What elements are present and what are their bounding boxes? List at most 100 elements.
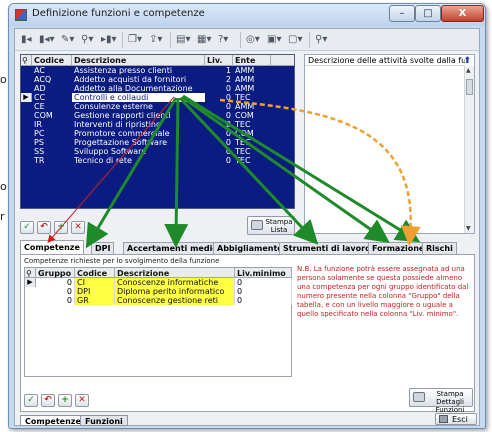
- table-row[interactable]: COM Gestione rapporti clienti 0 COM: [21, 111, 294, 120]
- cell-ente[interactable]: COM: [233, 129, 271, 138]
- competenze-grid[interactable]: ⚲ Gruppo Codice Descrizione Liv.minimo ▶…: [24, 267, 292, 377]
- help-icon[interactable]: ?▾: [218, 33, 228, 47]
- cell-gruppo[interactable]: 0: [36, 287, 75, 296]
- table-row[interactable]: IR Interventi di ripristino 0 TEC: [21, 120, 294, 129]
- cell-ente[interactable]: TEC: [233, 120, 271, 129]
- col-liv-minimo[interactable]: Liv.minimo: [235, 268, 292, 278]
- table-row[interactable]: TR Tecnico di rete 0 TEC: [21, 156, 294, 165]
- cell-code[interactable]: COM: [32, 111, 72, 120]
- tab-rischi[interactable]: Rischi: [422, 242, 457, 254]
- zoom-icon[interactable]: ⚲▾: [315, 33, 327, 47]
- cell-code[interactable]: AC: [32, 66, 72, 75]
- description-panel[interactable]: Descrizione delle attività svolte dalla …: [304, 54, 475, 234]
- cell-liv[interactable]: 0: [205, 111, 233, 120]
- title-bar[interactable]: Definizione funzioni e competenze – □ X: [9, 4, 485, 26]
- table-row[interactable]: PS Progettazione Software 0 TEC: [21, 138, 294, 147]
- col-gruppo[interactable]: Gruppo: [36, 268, 75, 278]
- cell-liv[interactable]: 0: [205, 84, 233, 93]
- cell-ente[interactable]: AMM: [233, 75, 271, 84]
- stampa-dettagli-button[interactable]: Stampa Dettagli Funzioni: [409, 388, 473, 414]
- record-first-icon[interactable]: ▮◂: [21, 33, 32, 47]
- cell-code[interactable]: TR: [32, 156, 72, 165]
- competenze-search-icon[interactable]: ⚲: [25, 268, 36, 278]
- cell-code[interactable]: ACQ: [32, 75, 72, 84]
- filter-icon[interactable]: ▦▾: [197, 33, 211, 47]
- tab-strumenti-di-lavoro[interactable]: Strumenti di lavoro: [279, 242, 375, 254]
- cell-ente[interactable]: TEC: [233, 147, 271, 156]
- tab-formazione[interactable]: Formazione: [368, 242, 429, 254]
- col-descrizione-comp[interactable]: Descrizione: [115, 268, 235, 278]
- close-button[interactable]: X: [441, 5, 484, 22]
- comp-delete-button[interactable]: ✕: [75, 394, 89, 407]
- cell-ente[interactable]: TEC: [233, 156, 271, 165]
- cell-liv[interactable]: 0: [235, 278, 292, 287]
- cell-codice[interactable]: CI: [75, 278, 115, 287]
- cell-desc[interactable]: Promotore commerciale: [72, 129, 205, 138]
- cell-desc[interactable]: Sviluppo Software: [72, 147, 205, 156]
- table-row[interactable]: PC Promotore commerciale 0 COM: [21, 129, 294, 138]
- sort-arrow-icon[interactable]: ⬆: [463, 56, 471, 66]
- tab-competenze[interactable]: Competenze: [20, 240, 84, 254]
- scroll-up-icon[interactable]: ▲: [466, 67, 471, 74]
- cell-code[interactable]: PS: [32, 138, 72, 147]
- cell-desc[interactable]: Assistenza presso clienti: [72, 66, 205, 75]
- binoculars-icon[interactable]: ⚲▾: [81, 33, 93, 47]
- cell-desc[interactable]: Addetto acquisti da fornitori: [72, 75, 205, 84]
- grid-search-icon[interactable]: ⚲: [21, 55, 32, 66]
- cell-code[interactable]: CE: [32, 102, 72, 111]
- record-prev-icon[interactable]: ▮◂▾: [39, 33, 55, 47]
- tab-accertamenti-medici[interactable]: Accertamenti medici: [123, 242, 224, 254]
- print-icon[interactable]: ▤▾: [176, 33, 190, 47]
- table-row[interactable]: SS Sviluppo Software 0 TEC: [21, 147, 294, 156]
- cell-descrizione[interactable]: Diploma perito informatico: [115, 287, 235, 296]
- funzioni-grid[interactable]: ⚲ Codice Descrizione Liv. Ente AC Assiste…: [20, 54, 295, 209]
- cell-gruppo[interactable]: 0: [36, 296, 75, 305]
- cell-code[interactable]: SS: [32, 147, 72, 156]
- cell-descrizione[interactable]: Conoscenze informatiche: [115, 278, 235, 287]
- scroll-thumb[interactable]: [466, 79, 473, 95]
- cell-desc[interactable]: Addetto alla Documentazione: [72, 84, 205, 93]
- undo-button[interactable]: ↶: [37, 221, 51, 234]
- table-row[interactable]: CE Consulenze esterne 0 AMM: [21, 102, 294, 111]
- stampa-lista-button[interactable]: Stampa Lista: [247, 216, 295, 235]
- maximize-button[interactable]: □: [415, 5, 441, 22]
- cell-desc[interactable]: Consulenze esterne: [72, 102, 205, 111]
- add-button[interactable]: +: [54, 221, 68, 234]
- edit-icon[interactable]: ✎▾: [61, 33, 74, 47]
- table-row[interactable]: AC Assistenza presso clienti 1 AMM: [21, 66, 294, 75]
- cell-desc[interactable]: Interventi di ripristino: [72, 120, 205, 129]
- preview-icon[interactable]: ▢▾: [288, 33, 302, 47]
- grid-icon[interactable]: ◎▾: [246, 33, 260, 47]
- tab-abbigliamento[interactable]: Abbigliamento: [213, 242, 287, 254]
- cell-liv[interactable]: 0: [205, 156, 233, 165]
- cell-liv[interactable]: 1: [205, 66, 233, 75]
- cell-codice[interactable]: GR: [75, 296, 115, 305]
- cell-liv[interactable]: 0: [235, 296, 292, 305]
- cell-ente[interactable]: AMM: [233, 84, 271, 93]
- cell-code[interactable]: PC: [32, 129, 72, 138]
- cell-desc[interactable]: Tecnico di rete: [72, 156, 205, 165]
- comp-confirm-button[interactable]: ✓: [24, 394, 38, 407]
- export-icon[interactable]: ⇪▾: [149, 33, 162, 47]
- cell-liv[interactable]: 0: [205, 120, 233, 129]
- cell-gruppo[interactable]: 0: [36, 278, 75, 287]
- cell-liv[interactable]: 2: [205, 75, 233, 84]
- cell-liv[interactable]: 0: [205, 147, 233, 156]
- bottom-tab-funzioni[interactable]: Funzioni: [80, 415, 128, 426]
- minimize-button[interactable]: –: [389, 5, 415, 22]
- cell-ente[interactable]: TEC: [233, 93, 271, 102]
- table-row[interactable]: AD Addetto alla Documentazione 0 AMM: [21, 84, 294, 93]
- tab-dpi[interactable]: DPI: [91, 242, 115, 254]
- competenza-row[interactable]: ▶ 0 CI Conoscenze informatiche 0: [25, 278, 292, 287]
- confirm-button[interactable]: ✓: [20, 221, 34, 234]
- col-codice-comp[interactable]: Codice: [75, 268, 115, 278]
- cell-desc[interactable]: Controlli e collaudi: [72, 93, 205, 102]
- cell-code[interactable]: AD: [32, 84, 72, 93]
- bottom-tab-competenze[interactable]: Competenze: [20, 415, 86, 426]
- col-ente[interactable]: Ente: [233, 55, 271, 66]
- delete-button[interactable]: ✕: [71, 221, 85, 234]
- layout-icon[interactable]: ▣▾: [267, 33, 281, 47]
- table-row[interactable]: ▶ CC Controlli e collaudi 0 TEC: [21, 93, 294, 102]
- cell-liv[interactable]: 0: [205, 93, 233, 102]
- cell-ente[interactable]: COM: [233, 111, 271, 120]
